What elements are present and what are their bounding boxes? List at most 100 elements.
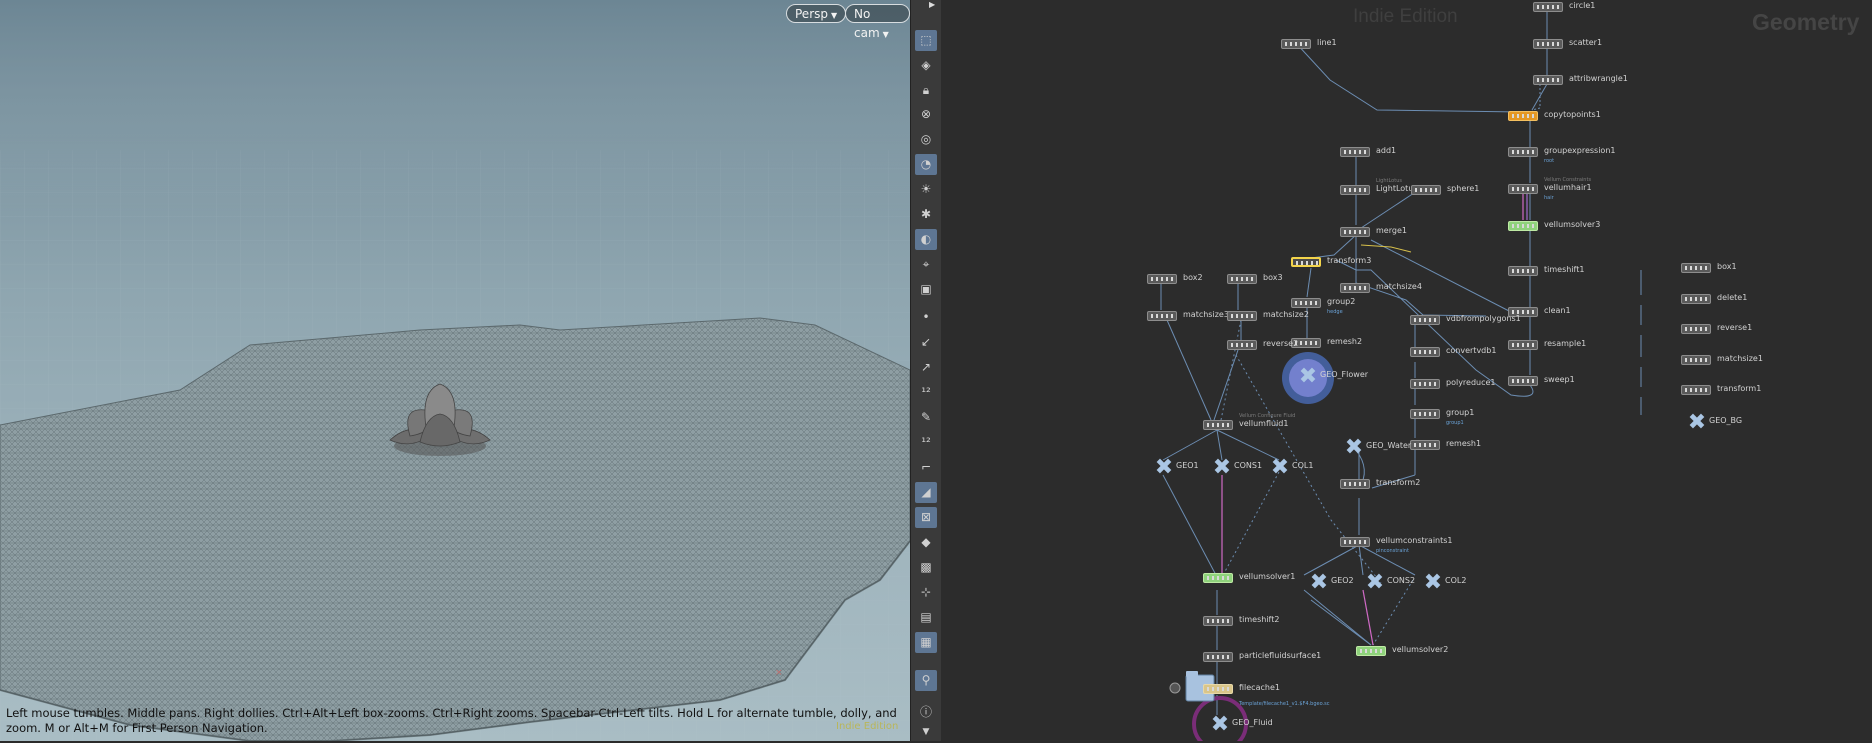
null-geo-flower[interactable]: ✖ GEO_Flower: [1296, 364, 1368, 389]
uv-icon[interactable]: ▩: [915, 557, 937, 578]
chevron-down-icon[interactable]: ▼: [915, 722, 937, 743]
snap-icon[interactable]: ◢: [915, 482, 937, 503]
null-node-icon: ✖: [1344, 435, 1364, 460]
plane-icon[interactable]: ◆: [915, 532, 937, 553]
node-label: timeshift2: [1239, 615, 1280, 624]
node-label: sweep1: [1544, 375, 1575, 384]
node-label: vellumfluid1: [1239, 419, 1289, 428]
number-icon[interactable]: ¹²: [915, 432, 937, 453]
node-label: matchsize3: [1183, 310, 1229, 319]
node-label: GEO2: [1331, 576, 1354, 585]
node-label: box3: [1263, 273, 1283, 282]
point-icon[interactable]: •: [915, 307, 937, 328]
node-group: pinconstraint: [1376, 548, 1409, 554]
chevron-down-icon: ▼: [882, 30, 889, 39]
node-label: COL1: [1292, 461, 1314, 470]
node-label: GEO_BG: [1709, 416, 1743, 425]
background-icon[interactable]: ▦: [915, 632, 937, 653]
camera-flip-icon[interactable]: ▣: [915, 279, 937, 300]
null-col1[interactable]: ✖ COL1: [1268, 455, 1314, 480]
scene-viewport[interactable]: ⌀ × Persp ▼ No cam ▼ Left mouse tumbles. M…: [0, 0, 910, 741]
node-label: copytopoints1: [1544, 110, 1601, 119]
node-label: vellumconstraints1: [1376, 536, 1453, 545]
node-label: timeshift1: [1544, 265, 1585, 274]
headlight-icon[interactable]: ✱: [915, 204, 937, 225]
null-node-icon: ✖: [1365, 570, 1385, 595]
node-label: reverse1: [1717, 323, 1753, 332]
context-label: Geometry: [1752, 9, 1860, 35]
node-label: resample1: [1544, 339, 1587, 348]
null-geo-fluid[interactable]: ✖ GEO_Fluid: [1208, 712, 1273, 737]
edition-watermark: Indie Edition: [836, 721, 899, 732]
node-label: transform1: [1717, 384, 1762, 393]
viewport-help-text: Left mouse tumbles. Middle pans. Right d…: [6, 706, 897, 735]
node-label: particlefluidsurface1: [1239, 651, 1322, 660]
number-icon[interactable]: ¹²: [915, 382, 937, 403]
camera-menu[interactable]: No cam ▼: [845, 4, 910, 40]
shading-icon[interactable]: ◐: [915, 229, 937, 250]
toolbar-arrow-icon[interactable]: ▶: [929, 0, 939, 9]
display-icon[interactable]: ◎: [915, 129, 937, 150]
node-label: convertvdb1: [1446, 346, 1497, 355]
node-label: CONS2: [1387, 576, 1416, 585]
node-label: sphere1: [1447, 184, 1480, 193]
null-geo2[interactable]: ✖ GEO2: [1307, 570, 1354, 595]
null-node-icon: ✖: [1298, 364, 1318, 389]
svg-text:⌀: ⌀: [18, 611, 24, 621]
network-editor[interactable]: Indie Edition Geometry circle1 line1 sca…: [941, 0, 1872, 741]
node-label: add1: [1376, 146, 1397, 155]
network-wires: [1160, 6, 1642, 741]
node-label: filecache1: [1239, 683, 1280, 692]
node-label: vdbfrompolygons1: [1446, 314, 1521, 323]
persp-menu[interactable]: Persp ▼: [786, 4, 847, 23]
select-icon[interactable]: ⬚: [915, 30, 937, 51]
node-label: remesh2: [1327, 337, 1363, 346]
node-group: hedge: [1327, 309, 1343, 315]
corner-icon[interactable]: ⌐: [915, 457, 937, 478]
null-geo-water[interactable]: ✖ GEO_Water: [1342, 435, 1411, 460]
null-geo1[interactable]: ✖ GEO1: [1152, 455, 1199, 480]
null-col2[interactable]: ✖ COL2: [1421, 570, 1467, 595]
null-node-icon: ✖: [1423, 570, 1443, 595]
node-label: transform3: [1327, 256, 1372, 265]
frame-icon[interactable]: ▤: [915, 607, 937, 628]
grid-icon[interactable]: ⊠: [915, 507, 937, 528]
node-label: clean1: [1544, 306, 1571, 315]
node-label: vellumsolver1: [1239, 572, 1296, 581]
null-geo-bg[interactable]: ✖ GEO_BG: [1685, 410, 1742, 435]
axis-icon[interactable]: ⊹: [915, 582, 937, 603]
node-label: matchsize2: [1263, 310, 1309, 319]
node-label: CONS1: [1234, 461, 1263, 470]
node-label: box1: [1717, 262, 1737, 271]
viewport-scene: ⌀ ×: [0, 0, 910, 741]
edition-label: Indie Edition: [1353, 6, 1458, 27]
bulb-icon[interactable]: ☀: [915, 179, 937, 200]
viewport-toolbar: ⬚ ◈ 🔒︎ ⊗ ◎ ◔ ☀ ✱ ◐ ⌖ ▣ • ↙ ↗ ¹² ✎ ¹² ⌐ ◢…: [910, 0, 942, 741]
null-node-icon: ✖: [1270, 455, 1290, 480]
node-label: vellumsolver3: [1544, 220, 1601, 229]
node-label: group2: [1327, 297, 1356, 306]
null-node-icon: ✖: [1154, 455, 1174, 480]
camera-icon[interactable]: ⌖: [915, 254, 937, 275]
null-cons1[interactable]: ✖ CONS1: [1210, 455, 1262, 480]
node-label: box2: [1183, 273, 1203, 282]
view-icon[interactable]: ◈: [915, 55, 937, 76]
node-label: matchsize1: [1717, 354, 1763, 363]
light-icon[interactable]: ◔: [915, 154, 937, 175]
null-node-icon: ✖: [1687, 410, 1707, 435]
vector-icon[interactable]: ↗: [915, 357, 937, 378]
chevron-down-icon: ▼: [831, 11, 838, 20]
null-node-icon: ✖: [1212, 455, 1232, 480]
persp-label: Persp: [795, 7, 828, 21]
null-node-icon: ✖: [1210, 712, 1230, 737]
node-label: attribwrangle1: [1569, 74, 1628, 83]
node-label: reverse2: [1263, 339, 1299, 348]
paint-icon[interactable]: ✎: [915, 407, 937, 428]
ghost-icon[interactable]: ⊗: [915, 104, 937, 125]
null-node-icon: ✖: [1309, 570, 1329, 595]
normal-icon[interactable]: ↙: [915, 332, 937, 353]
marker-icon[interactable]: ⚲: [915, 670, 937, 691]
info-icon[interactable]: ⓘ: [915, 702, 937, 723]
lock-icon[interactable]: 🔒︎: [915, 80, 937, 101]
null-cons2[interactable]: ✖ CONS2: [1363, 570, 1415, 595]
